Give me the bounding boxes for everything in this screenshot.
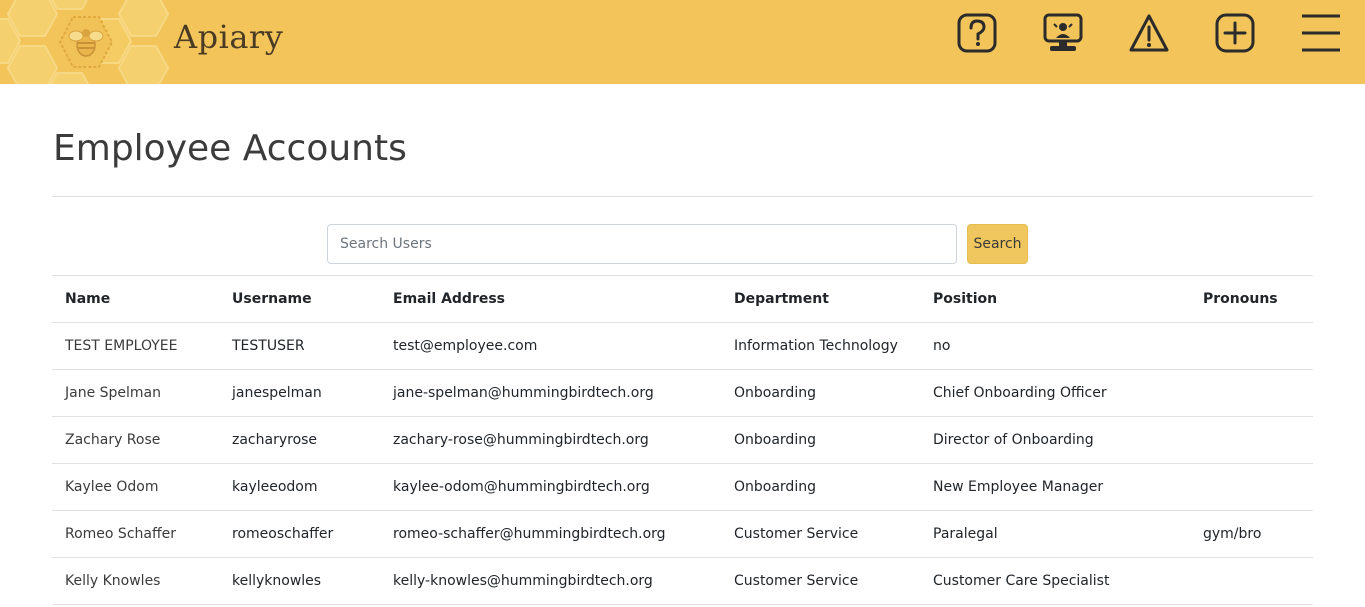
cell-pronouns: [1190, 322, 1313, 370]
cell-position: New Employee Manager: [920, 463, 1190, 511]
employee-table: Name Username Email Address Department P…: [52, 275, 1313, 605]
help-icon[interactable]: [954, 10, 1000, 56]
table-header-row: Name Username Email Address Department P…: [52, 275, 1313, 323]
page-title: Employee Accounts: [53, 128, 407, 169]
cell-name: Zachary Rose: [52, 416, 219, 464]
column-header-pronouns[interactable]: Pronouns: [1190, 275, 1313, 323]
cell-name: Kaylee Odom: [52, 463, 219, 511]
column-header-department[interactable]: Department: [721, 275, 920, 323]
cell-department: Information Technology: [721, 322, 920, 370]
cell-position: Customer Care Specialist: [920, 557, 1190, 605]
cell-email: kaylee-odom@hummingbirdtech.org: [380, 463, 721, 511]
cell-username: TESTUSER: [219, 322, 380, 370]
app-title[interactable]: Apiary: [174, 18, 283, 56]
cell-email: test@employee.com: [380, 322, 721, 370]
cell-username: zacharyrose: [219, 416, 380, 464]
table-row[interactable]: TEST EMPLOYEE TESTUSER test@employee.com…: [52, 322, 1313, 370]
table-row[interactable]: Romeo Schaffer romeoschaffer romeo-schaf…: [52, 510, 1313, 558]
kiosk-icon[interactable]: [1040, 10, 1086, 56]
cell-position: no: [920, 322, 1190, 370]
table-row[interactable]: Kelly Knowles kellyknowles kelly-knowles…: [52, 557, 1313, 605]
cell-pronouns: [1190, 416, 1313, 464]
column-header-position[interactable]: Position: [920, 275, 1190, 323]
cell-department: Onboarding: [721, 369, 920, 417]
cell-position: Paralegal: [920, 510, 1190, 558]
warning-icon[interactable]: [1126, 10, 1172, 56]
cell-department: Customer Service: [721, 510, 920, 558]
cell-email: kelly-knowles@hummingbirdtech.org: [380, 557, 721, 605]
cell-department: Onboarding: [721, 416, 920, 464]
column-header-email[interactable]: Email Address: [380, 275, 721, 323]
cell-department: Onboarding: [721, 463, 920, 511]
cell-name: Kelly Knowles: [52, 557, 219, 605]
cell-pronouns: [1190, 557, 1313, 605]
title-divider: [52, 196, 1313, 197]
table-row[interactable]: Kaylee Odom kayleeodom kaylee-odom@hummi…: [52, 463, 1313, 511]
top-navbar: Apiary: [0, 0, 1365, 84]
cell-username: kellyknowles: [219, 557, 380, 605]
column-header-username[interactable]: Username: [219, 275, 380, 323]
cell-pronouns: gym/bro: [1190, 510, 1313, 558]
menu-icon[interactable]: [1298, 10, 1344, 56]
add-icon[interactable]: [1212, 10, 1258, 56]
table-row[interactable]: Jane Spelman janespelman jane-spelman@hu…: [52, 369, 1313, 417]
cell-pronouns: [1190, 369, 1313, 417]
cell-username: romeoschaffer: [219, 510, 380, 558]
table-row[interactable]: Zachary Rose zacharyrose zachary-rose@hu…: [52, 416, 1313, 464]
cell-position: Director of Onboarding: [920, 416, 1190, 464]
search-input[interactable]: [327, 224, 957, 264]
cell-username: janespelman: [219, 369, 380, 417]
cell-name: Romeo Schaffer: [52, 510, 219, 558]
apiary-logo: [58, 16, 114, 68]
cell-email: jane-spelman@hummingbirdtech.org: [380, 369, 721, 417]
cell-name: TEST EMPLOYEE: [52, 322, 219, 370]
cell-username: kayleeodom: [219, 463, 380, 511]
search-button[interactable]: Search: [967, 224, 1028, 264]
cell-pronouns: [1190, 463, 1313, 511]
column-header-name[interactable]: Name: [52, 275, 219, 323]
cell-department: Customer Service: [721, 557, 920, 605]
cell-email: zachary-rose@hummingbirdtech.org: [380, 416, 721, 464]
cell-email: romeo-schaffer@hummingbirdtech.org: [380, 510, 721, 558]
cell-name: Jane Spelman: [52, 369, 219, 417]
cell-position: Chief Onboarding Officer: [920, 369, 1190, 417]
